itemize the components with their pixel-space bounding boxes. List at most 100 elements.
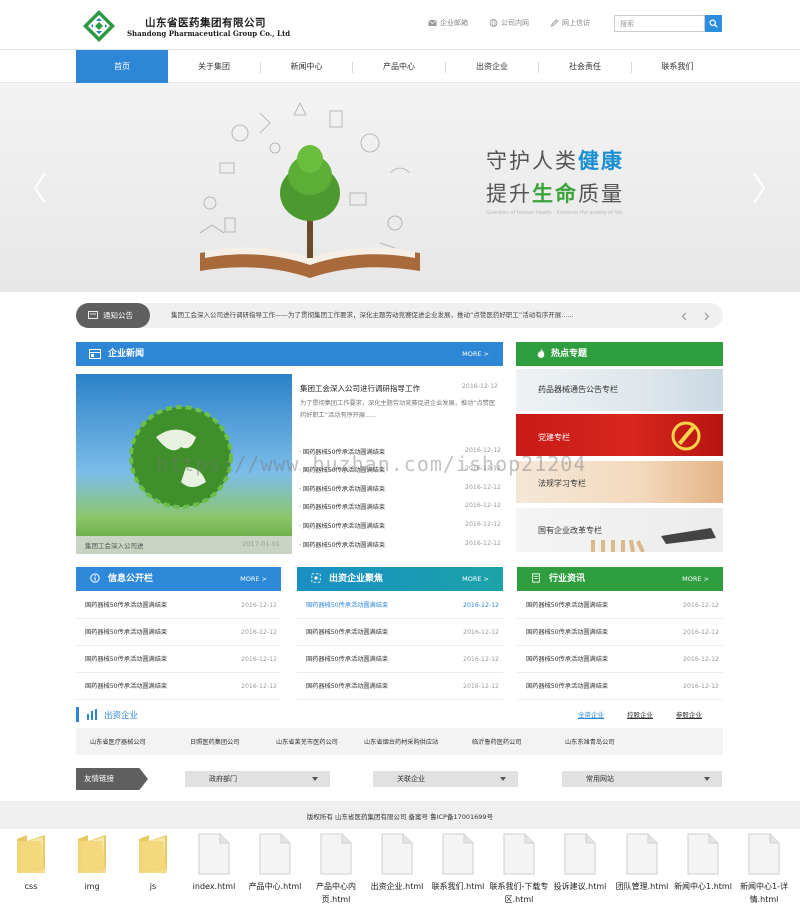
document-file-icon bbox=[687, 833, 719, 875]
notice-prev-icon[interactable] bbox=[681, 312, 688, 321]
notice-bar: 通知公告 集团工会深入公司进行调研指导工作——为了贯彻集团工作要求，深化主题劳动… bbox=[76, 303, 723, 328]
news-list-item[interactable]: · 国药器械50传承活动圆满结束 2016-12-12 bbox=[299, 540, 501, 549]
nav-about[interactable]: 关于集团 bbox=[168, 50, 260, 83]
row-title: 国药器械50传承活动圆满结束 bbox=[85, 629, 168, 636]
row-title: 国药器械50传承活动圆满结束 bbox=[85, 602, 168, 609]
photo-date: 2017-01-01 bbox=[242, 540, 280, 548]
company-link[interactable]: 山东省烟台药材采购供应站 bbox=[364, 737, 438, 746]
info-circle-icon bbox=[90, 573, 100, 583]
panel-more-link[interactable]: MORE > bbox=[682, 567, 709, 591]
panel-row[interactable]: 国药器械50传承活动圆满结束 2016-12-12 bbox=[76, 673, 281, 700]
row-title: 国药器械50传承活动圆满结束 bbox=[85, 683, 168, 690]
news-list-item[interactable]: · 国药器械50传承活动圆满结束 2016-12-12 bbox=[299, 521, 501, 530]
hot-title: 热点专题 bbox=[551, 349, 588, 359]
tab-holding[interactable]: 控股企业 bbox=[627, 709, 653, 719]
file-name: 产品中心内页.html bbox=[316, 882, 356, 904]
company-link[interactable]: 山东省医疗器械公司 bbox=[90, 737, 146, 746]
news-item-date: 2016-12-12 bbox=[465, 540, 501, 547]
banner-illustration bbox=[199, 102, 420, 278]
hot-item-drug[interactable]: 药品器械通告公告专栏 bbox=[516, 369, 723, 411]
row-date: 2016-12-12 bbox=[463, 683, 499, 690]
mail-icon bbox=[428, 19, 437, 26]
panel-row[interactable]: 国药器械50传承活动圆满结束 2016-12-12 bbox=[76, 619, 281, 646]
file-name: 产品中心.html bbox=[248, 882, 302, 891]
company-link[interactable]: 日照医药集团公司 bbox=[190, 737, 240, 746]
pencil-icon bbox=[550, 19, 559, 27]
nav-invest[interactable]: 出资企业 bbox=[446, 50, 538, 83]
panel-row[interactable]: 国药器械50传承活动圆满结束 2016-12-12 bbox=[517, 673, 723, 700]
tab-wholly-owned[interactable]: 全资企业 bbox=[578, 709, 604, 719]
file-name: 联系我们-下载专区.html bbox=[489, 882, 549, 904]
banner-highlight-life: 生命 bbox=[532, 182, 578, 206]
document-icon bbox=[532, 573, 540, 583]
site-footer: 版权所有 山东省医药集团有限公司 备案号 鲁ICP备17001699号 bbox=[0, 801, 800, 829]
site-header: 山东省医药集团有限公司 Shandong Pharmaceutical Grou… bbox=[0, 0, 800, 50]
petition-link[interactable]: 网上信访 bbox=[550, 18, 590, 28]
row-date: 2016-12-12 bbox=[241, 656, 277, 663]
news-more-link[interactable]: MORE > bbox=[462, 342, 489, 366]
banner-prev-arrow-icon[interactable] bbox=[33, 171, 47, 205]
search-input[interactable]: 搜索 bbox=[614, 15, 705, 32]
company-name-en: Shandong Pharmaceutical Group Co., Ltd bbox=[127, 29, 291, 38]
panel-row[interactable]: 国药器械50传承活动圆满结束 2016-12-12 bbox=[297, 619, 503, 646]
panel-row[interactable]: 国药器械50传承活动圆满结束 2016-12-12 bbox=[297, 673, 503, 700]
invest-title: 出资企业 bbox=[104, 711, 139, 721]
row-date: 2016-12-12 bbox=[241, 602, 277, 609]
dropdown-label: 关联企业 bbox=[397, 775, 425, 783]
panel-more-link[interactable]: MORE > bbox=[240, 567, 267, 591]
panel-row[interactable]: 国药器械50传承活动圆满结束 2016-12-12 bbox=[517, 592, 723, 619]
search-button[interactable] bbox=[705, 15, 722, 32]
news-list-item[interactable]: · 国药器械50传承活动圆满结束 2016-12-12 bbox=[299, 484, 501, 493]
newspaper-icon bbox=[89, 349, 101, 359]
banner-highlight-health: 健康 bbox=[578, 149, 624, 173]
invest-company-strip: 山东省医疗器械公司 日照医药集团公司 山东省莱芜市医药公司 山东省烟台药材采购供… bbox=[76, 728, 723, 755]
document-file-icon bbox=[626, 833, 658, 875]
banner-next-arrow-icon[interactable] bbox=[752, 171, 766, 205]
news-headline-date: 2016-12-12 bbox=[462, 383, 498, 390]
nav-news[interactable]: 新闻中心 bbox=[261, 50, 352, 83]
panel-info-header: 信息公开栏 MORE > bbox=[76, 567, 281, 591]
panel-row[interactable]: 国药器械50传承活动圆满结束 2016-12-12 bbox=[517, 619, 723, 646]
hot-item-reform[interactable]: 国有企业改革专栏 bbox=[516, 508, 723, 552]
file-name: 出资企业.html bbox=[370, 882, 424, 891]
company-logo-icon[interactable] bbox=[79, 9, 119, 44]
row-title: 国药器械50传承活动圆满结束 bbox=[526, 683, 609, 690]
panel-industry-header: 行业资讯 MORE > bbox=[517, 567, 723, 591]
panel-row[interactable]: 国药器械50传承活动圆满结束 2016-12-12 bbox=[517, 646, 723, 673]
dropdown-government[interactable]: 政府部门 bbox=[185, 771, 330, 787]
document-file-icon bbox=[748, 833, 780, 875]
panel-more-link[interactable]: MORE > bbox=[462, 567, 489, 591]
panel-row[interactable]: 国药器械50传承活动圆满结束 2016-12-12 bbox=[76, 592, 281, 619]
file-name: 投诉建议.html bbox=[553, 882, 607, 891]
banner-title-line2: 提升生命质量 bbox=[486, 178, 624, 208]
hot-item-label: 党建专栏 bbox=[538, 433, 570, 442]
row-title: 国药器械50传承活动圆满结束 bbox=[526, 629, 609, 636]
row-title: 国药器械50传承活动圆满结束 bbox=[306, 629, 389, 636]
panel-row[interactable]: 国药器械50传承活动圆满结束 2016-12-12 bbox=[76, 646, 281, 673]
tab-shareholding[interactable]: 参股企业 bbox=[676, 709, 702, 719]
nav-products[interactable]: 产品中心 bbox=[353, 50, 445, 83]
email-link[interactable]: 企业邮箱 bbox=[428, 18, 468, 28]
company-link[interactable]: 山东省莱芜市医药公司 bbox=[276, 737, 338, 746]
news-headline[interactable]: 集团工会深入公司进行调研指导工作 bbox=[300, 383, 420, 394]
intranet-link[interactable]: 公司内网 bbox=[489, 18, 529, 28]
notice-next-icon[interactable] bbox=[703, 312, 710, 321]
panel-row[interactable]: 国药器械50传承活动圆满结束 2016-12-12 bbox=[297, 592, 503, 619]
search-icon bbox=[709, 19, 718, 28]
document-file-icon bbox=[381, 833, 413, 875]
nav-home[interactable]: 首页 bbox=[76, 50, 168, 83]
row-date: 2016-12-12 bbox=[463, 602, 499, 609]
document-file-icon bbox=[564, 833, 596, 875]
notice-label-text: 通知公告 bbox=[103, 311, 133, 320]
company-link[interactable]: 临沂鲁药医药公司 bbox=[472, 737, 522, 746]
dropdown-common-sites[interactable]: 常用网站 bbox=[562, 771, 722, 787]
nav-contact[interactable]: 联系我们 bbox=[632, 50, 723, 83]
nav-social[interactable]: 社会责任 bbox=[539, 50, 631, 83]
dominoes-image bbox=[591, 528, 716, 552]
news-list-item[interactable]: · 国药器械50传承活动圆满结束 2016-12-12 bbox=[299, 502, 501, 511]
notice-text[interactable]: 集团工会深入公司进行调研指导工作——为了贯彻集团工作要求，深化主题劳动竞赛促进企… bbox=[171, 303, 574, 328]
dropdown-affiliated[interactable]: 关联企业 bbox=[373, 771, 518, 787]
panel-row[interactable]: 国药器械50传承活动圆满结束 2016-12-12 bbox=[297, 646, 503, 673]
hot-item-party[interactable]: 党建专栏 bbox=[516, 414, 723, 456]
company-link[interactable]: 山东东潍青岛公司 bbox=[565, 737, 615, 746]
